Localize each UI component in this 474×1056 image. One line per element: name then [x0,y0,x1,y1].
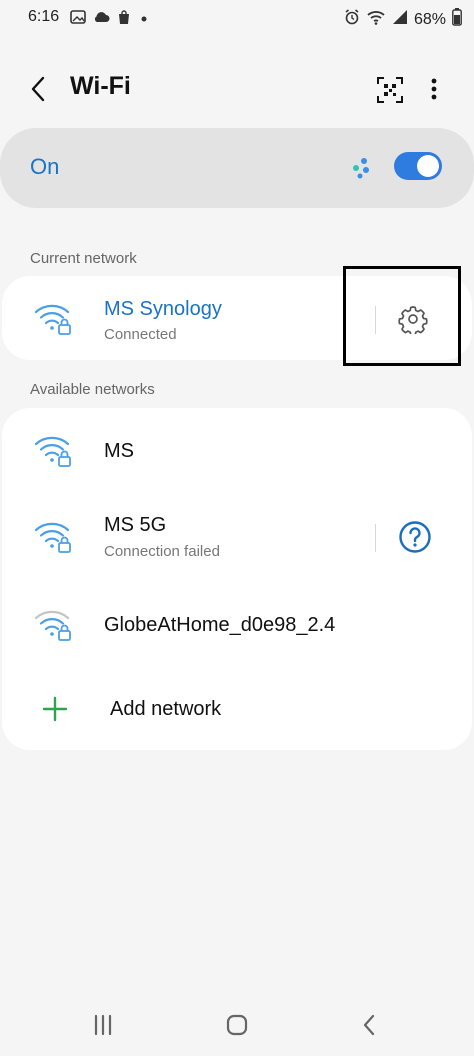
nav-back-icon [363,1014,375,1036]
wifi-master-toggle-card[interactable]: On [0,128,474,208]
wifi-lock-icon [34,610,71,641]
recent-apps-button[interactable] [86,1010,120,1040]
available-networks-card: MS MS 5G Connection failed GlobeAtHome_d… [2,408,472,750]
network-status: Connection failed [104,543,220,560]
wifi-toggle-switch[interactable] [394,152,442,180]
current-network-status: Connected [104,326,177,343]
app-bar: Wi-Fi [0,60,474,118]
highlight-annotation-box [343,266,461,366]
nav-back-button[interactable] [354,1010,384,1040]
available-networks-header: Available networks [30,381,155,398]
home-button[interactable] [222,1010,252,1040]
page-title: Wi-Fi [70,72,131,100]
cloud-icon [92,10,110,29]
back-button[interactable] [24,74,54,104]
recent-apps-icon [94,1014,112,1036]
wifi-on-label: On [30,154,60,179]
current-network-header: Current network [30,250,137,267]
status-left-icons [70,9,150,30]
toggle-knob [417,155,439,177]
battery-percent: 68% [413,10,446,28]
network-name: GlobeAtHome_d0e98_2.4 [104,614,336,636]
network-row-ms-5g[interactable]: MS 5G Connection failed [2,494,472,580]
intelligent-wifi-icon[interactable] [350,156,374,180]
wifi-lock-icon [34,436,71,467]
network-help-button[interactable] [398,520,432,554]
wifi-lock-icon [34,304,71,335]
network-name: MS 5G [104,514,167,536]
home-icon [226,1014,248,1036]
more-options-icon [431,78,437,100]
help-circle-icon [399,521,431,553]
qr-code-button[interactable] [376,76,404,104]
signal-icon [392,9,408,30]
more-options-button[interactable] [422,74,446,104]
status-bar: 6:16 68% [0,0,474,36]
shop-icon [116,9,132,30]
current-network-name: MS Synology [104,298,222,320]
network-name: MS [104,440,134,462]
qr-code-icon [377,77,403,103]
dot-icon [138,11,150,29]
alarm-icon [344,9,360,30]
add-icon [42,696,68,722]
status-right-icons: 68% [344,8,462,31]
wifi-lock-icon [34,522,71,553]
wifi-status-icon [366,9,386,30]
status-time: 6:16 [28,8,60,25]
photo-icon [70,9,86,30]
network-row-globeathome[interactable]: GlobeAtHome_d0e98_2.4 [2,580,472,666]
battery-icon [452,8,462,31]
add-network-label: Add network [110,698,222,720]
add-network-row[interactable]: Add network [2,666,472,750]
back-icon [31,76,45,102]
network-row-ms[interactable]: MS [2,408,472,494]
row-divider [375,524,376,552]
navigation-bar [0,990,474,1056]
